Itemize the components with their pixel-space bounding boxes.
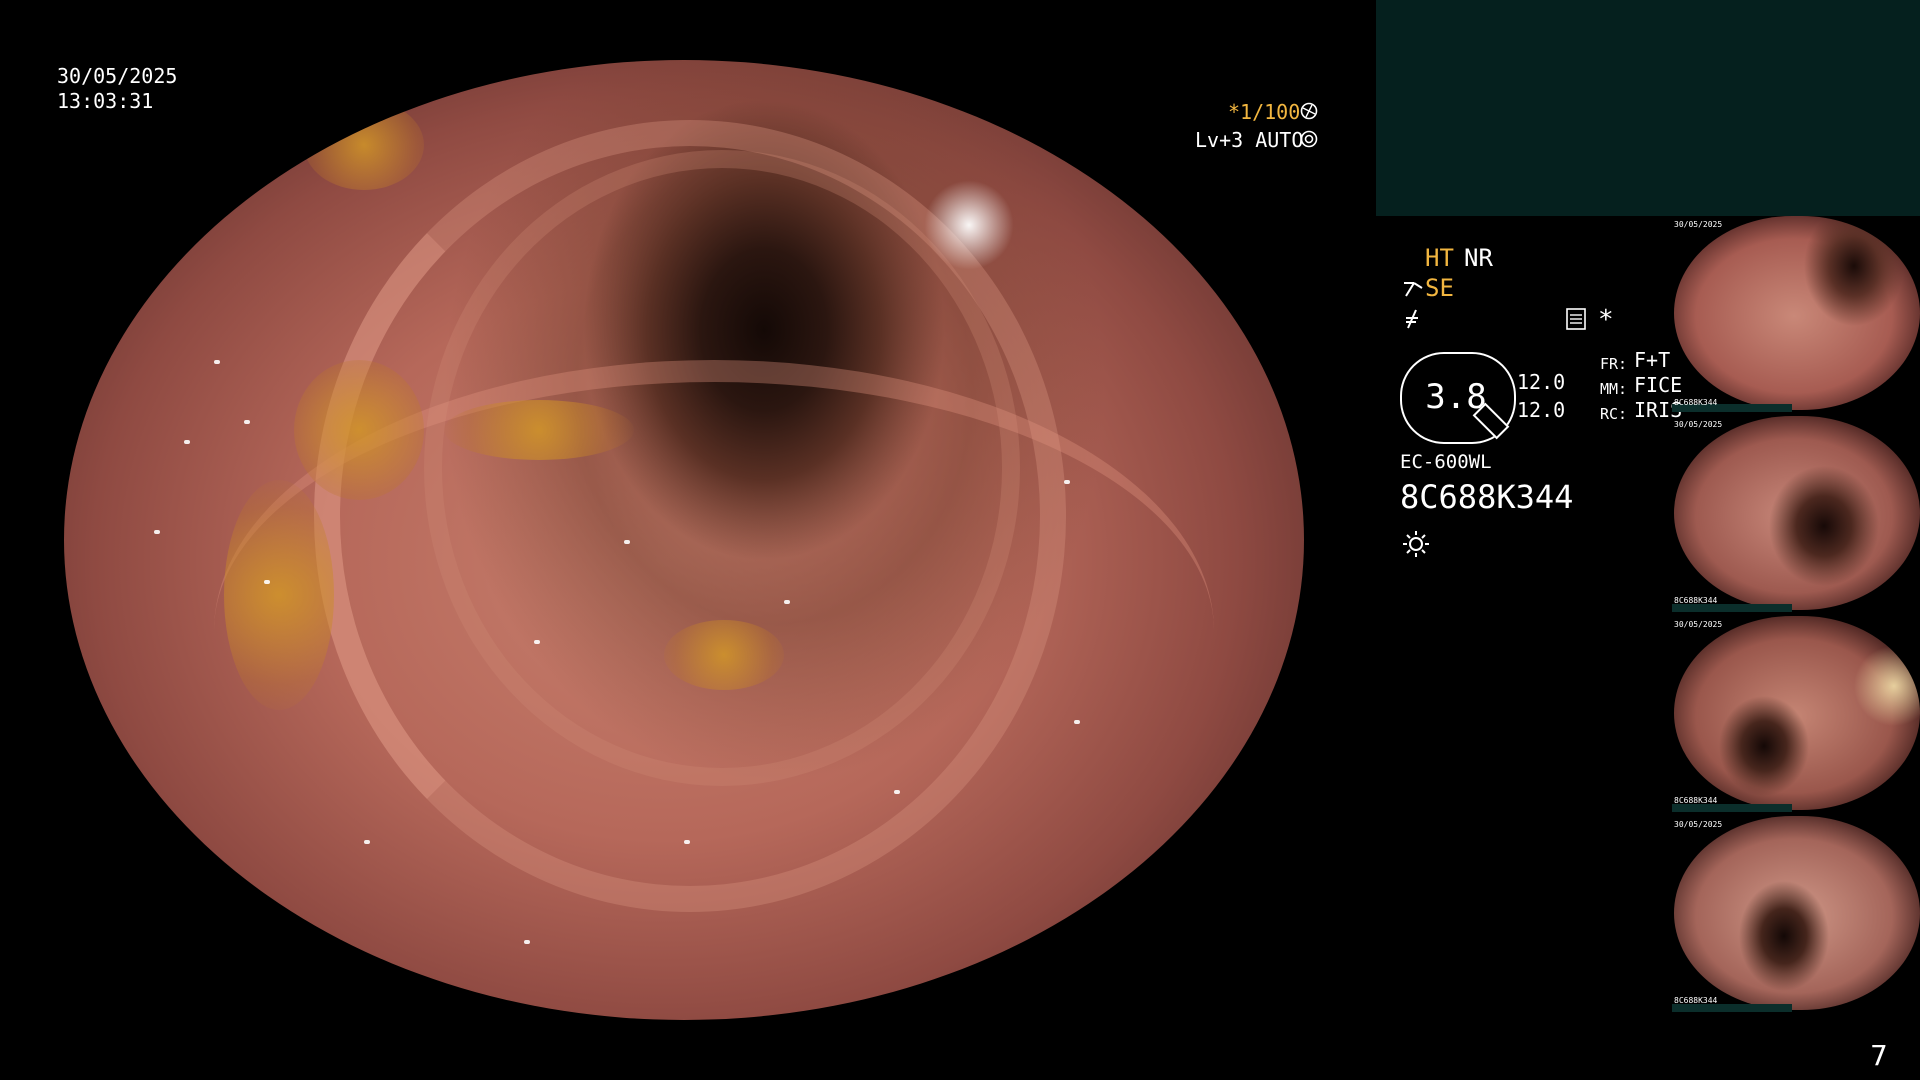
reflection-speck xyxy=(524,940,530,944)
asterisk-marker: * xyxy=(1598,305,1614,335)
page-number: 7 xyxy=(1870,1039,1888,1072)
debris xyxy=(224,480,334,710)
light-reflection xyxy=(924,180,1014,270)
scope-serial: 8C688K344 xyxy=(1400,478,1574,516)
nr-mode: NR xyxy=(1464,244,1493,272)
reflection-speck xyxy=(894,790,900,794)
reflection-speck xyxy=(1074,720,1080,724)
shutter-speed: *1/100 xyxy=(1228,100,1301,124)
scope-model: EC-600WL xyxy=(1400,451,1492,473)
reflection-speck xyxy=(184,440,190,444)
capture-icon xyxy=(1566,308,1586,330)
reflection-speck xyxy=(784,600,790,604)
thumbnail-2-bar xyxy=(1672,604,1792,612)
setting-value-2: 12.0 xyxy=(1517,398,1566,422)
reflection-speck xyxy=(264,580,270,584)
reflection-speck xyxy=(154,530,160,534)
light-level: Lv+3 AUTO xyxy=(1195,128,1304,152)
fr-label: FR: xyxy=(1600,355,1628,373)
thumbnail-1[interactable] xyxy=(1674,216,1920,410)
thumbnail-1-serial: 8C688K344 xyxy=(1674,398,1718,407)
debris xyxy=(304,100,424,190)
thumbnail-2-serial: 8C688K344 xyxy=(1674,596,1718,605)
status-panel xyxy=(1376,0,1920,216)
thumbnail-1-date: 30/05/2025 xyxy=(1674,220,1723,229)
thumbnail-4-bar xyxy=(1672,1004,1792,1012)
rc-label: RC: xyxy=(1600,405,1628,423)
fr-value: F+T xyxy=(1634,348,1671,372)
reflection-speck xyxy=(624,540,630,544)
reflection-speck xyxy=(684,840,690,844)
mm-label: MM: xyxy=(1600,380,1628,398)
aperture-icon xyxy=(1300,102,1318,120)
reflection-speck xyxy=(364,840,370,844)
mm-value: FICE xyxy=(1634,373,1683,397)
reflection-speck xyxy=(244,420,250,424)
structure-enhance-icon xyxy=(1404,282,1423,297)
reflection-speck xyxy=(214,360,220,364)
capture-time: 13:03:31 xyxy=(57,89,154,113)
thumbnail-2-date: 30/05/2025 xyxy=(1674,420,1723,429)
thumbnail-4[interactable] xyxy=(1674,816,1920,1010)
thumbnail-3[interactable] xyxy=(1674,616,1920,810)
capture-date: 30/05/2025 xyxy=(57,64,178,88)
reflection-speck xyxy=(534,640,540,644)
endoscope-view xyxy=(64,60,1304,1020)
reflection-speck xyxy=(1064,480,1070,484)
thumbnail-3-serial: 8C688K344 xyxy=(1674,796,1718,805)
debris xyxy=(294,360,424,500)
thumbnail-4-serial: 8C688K344 xyxy=(1674,996,1718,1005)
thumbnail-3-date: 30/05/2025 xyxy=(1674,620,1723,629)
thumbnail-2[interactable] xyxy=(1674,416,1920,610)
thumbnail-4-date: 30/05/2025 xyxy=(1674,820,1723,829)
zoom-value: 3.8 xyxy=(1425,377,1487,417)
setting-value-1: 12.0 xyxy=(1517,370,1566,394)
debris xyxy=(444,400,634,460)
iris-icon xyxy=(1300,130,1318,148)
se-mode: SE xyxy=(1425,274,1454,302)
debris xyxy=(664,620,784,690)
thumbnail-3-bar xyxy=(1672,804,1792,812)
freeze-icon xyxy=(1406,309,1418,329)
light-icon xyxy=(1403,531,1429,557)
ht-mode: HT xyxy=(1425,244,1454,272)
